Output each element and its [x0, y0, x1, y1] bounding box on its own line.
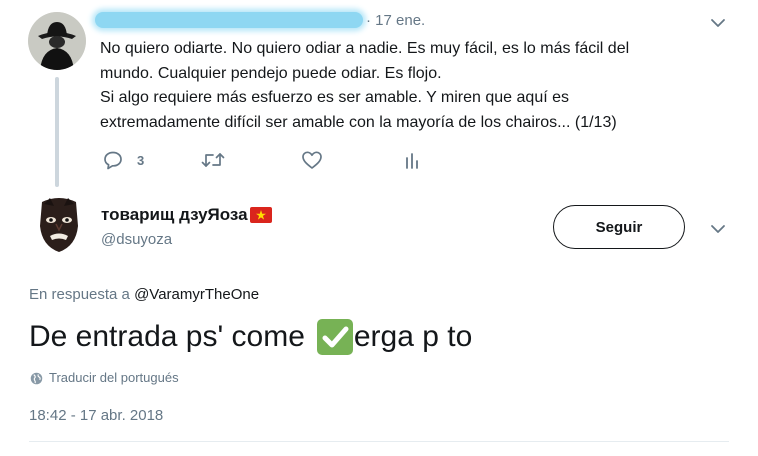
retweet-icon [201, 153, 225, 167]
reply-count: 3 [137, 152, 145, 168]
follow-button[interactable]: Seguir [553, 205, 685, 249]
reply-button[interactable]: 3 [103, 148, 144, 172]
parent-text-line: No quiero odiarte. No quiero odiar a nad… [100, 40, 630, 57]
chevron-down-icon[interactable] [709, 220, 727, 238]
main-text-before: De entrada ps' come [29, 320, 305, 353]
like-icon [302, 151, 322, 169]
parent-text-line: mundo. Cualquier pendejo puede odiar. Es… [100, 64, 442, 82]
translate-link[interactable]: Traducir del portugués [30, 370, 179, 386]
reply-context: En respuesta a @VaramyrTheOne [29, 286, 259, 304]
main-tweet-text: De entrada ps' come erga p to [29, 317, 472, 357]
translate-label: Traducir del portugués [49, 370, 179, 385]
divider [29, 441, 729, 442]
author-avatar[interactable] [30, 196, 88, 254]
parent-avatar[interactable] [28, 12, 86, 70]
reply-mention-link[interactable]: @VaramyrTheOne [134, 286, 259, 303]
like-button[interactable] [301, 148, 323, 172]
tweet-thread: · 17 ene. No quiero odiarte. No quiero o… [0, 0, 758, 456]
chevron-down-icon[interactable] [709, 14, 727, 32]
redacted-user-name [95, 12, 363, 28]
parent-tweet-text: No quiero odiarte. No quiero odiar a nad… [100, 37, 710, 135]
analytics-button[interactable] [403, 148, 421, 172]
retweet-button[interactable] [201, 148, 225, 172]
author-handle[interactable]: @dsuyoza [101, 231, 172, 249]
check-mark-emoji-icon [316, 319, 353, 355]
parent-text-line: extremadamente difícil ser amable con la… [100, 113, 617, 131]
globe-icon [30, 372, 43, 384]
author-display-name[interactable]: товарищ дзуЯоза [101, 205, 272, 225]
thread-line [55, 77, 59, 187]
reply-prefix: En respuesta a [29, 286, 130, 303]
reply-icon [104, 151, 122, 170]
main-text-after: erga p to [353, 320, 473, 353]
parent-text-line: Si algo requiere más esfuerzo es ser ama… [100, 89, 569, 106]
analytics-icon [406, 153, 418, 169]
parent-date[interactable]: · 17 ene. [366, 12, 425, 30]
vietnam-flag-icon [249, 207, 272, 223]
author-name-text: товарищ дзуЯоза [101, 205, 248, 224]
tweet-timestamp[interactable]: 18:42 - 17 abr. 2018 [29, 407, 163, 425]
